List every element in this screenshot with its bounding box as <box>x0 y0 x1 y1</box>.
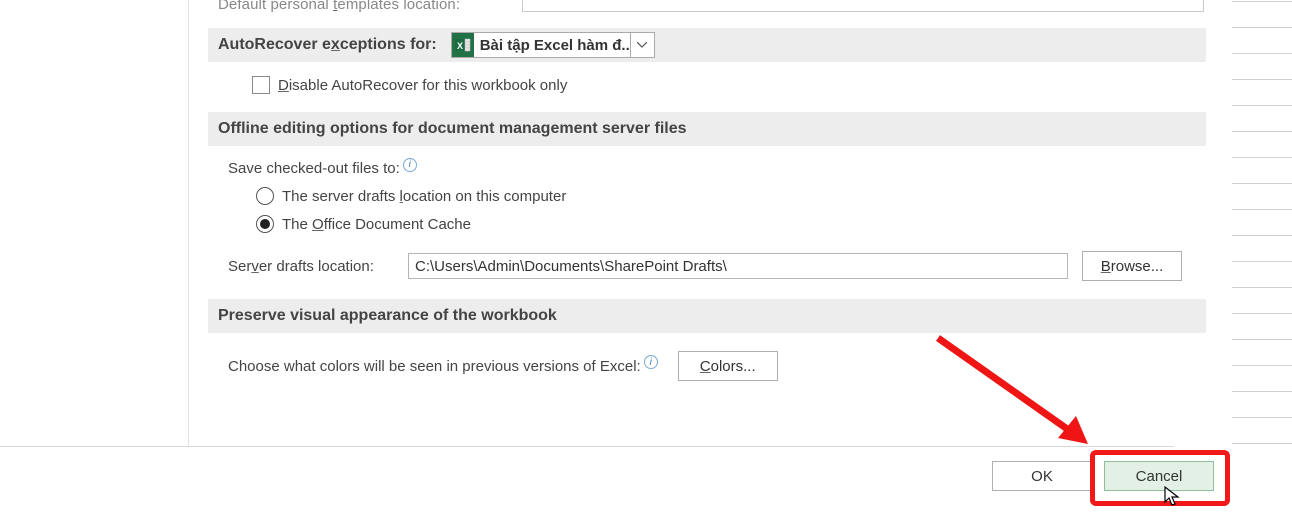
ok-button[interactable]: OK <box>992 461 1092 491</box>
section-header-text: Offline editing options for document man… <box>218 120 687 138</box>
svg-text:X: X <box>457 41 463 51</box>
server-drafts-location-label: The server drafts location on this compu… <box>282 188 566 205</box>
excel-file-icon: X <box>452 33 474 57</box>
section-header-text: Preserve visual appearance of the workbo… <box>218 307 557 325</box>
office-document-cache-label: The Office Document Cache <box>282 216 471 233</box>
disable-autorecover-label: Disable AutoRecover for this workbook on… <box>278 77 567 94</box>
section-header-offline-editing: Offline editing options for document man… <box>208 112 1206 146</box>
info-icon[interactable]: i <box>644 355 658 369</box>
chevron-down-icon[interactable] <box>630 33 654 57</box>
colors-button[interactable]: Colors... <box>678 351 778 381</box>
section-header-text: AutoRecover exceptions for: <box>218 36 437 54</box>
section-header-autorecover-exceptions: AutoRecover exceptions for: X <box>208 28 1206 62</box>
info-icon[interactable]: i <box>403 158 417 172</box>
section-header-preserve-visual: Preserve visual appearance of the workbo… <box>208 299 1206 333</box>
server-drafts-location-radio[interactable] <box>256 187 274 205</box>
save-checked-out-label: Save checked-out files to: <box>228 160 400 177</box>
office-document-cache-radio[interactable] <box>256 215 274 233</box>
dialog-button-bar: OK Cancel <box>0 446 1234 506</box>
cancel-button[interactable]: Cancel <box>1104 461 1214 491</box>
spreadsheet-grid-background <box>1232 0 1292 516</box>
autorecover-workbook-name: Bài tập Excel hàm đ... <box>474 33 630 57</box>
options-dialog: Default personal templates location: Aut… <box>0 0 1234 516</box>
browse-button[interactable]: Browse... <box>1082 251 1182 281</box>
colors-prompt-label: Choose what colors will be seen in previ… <box>228 358 641 375</box>
server-drafts-location-input[interactable] <box>408 253 1068 279</box>
autorecover-workbook-dropdown[interactable]: X Bài tập Excel hàm đ... <box>451 32 655 58</box>
panel-divider <box>188 0 189 446</box>
disable-autorecover-checkbox[interactable] <box>252 76 270 94</box>
server-drafts-location-field-label: Server drafts location: <box>228 258 408 275</box>
